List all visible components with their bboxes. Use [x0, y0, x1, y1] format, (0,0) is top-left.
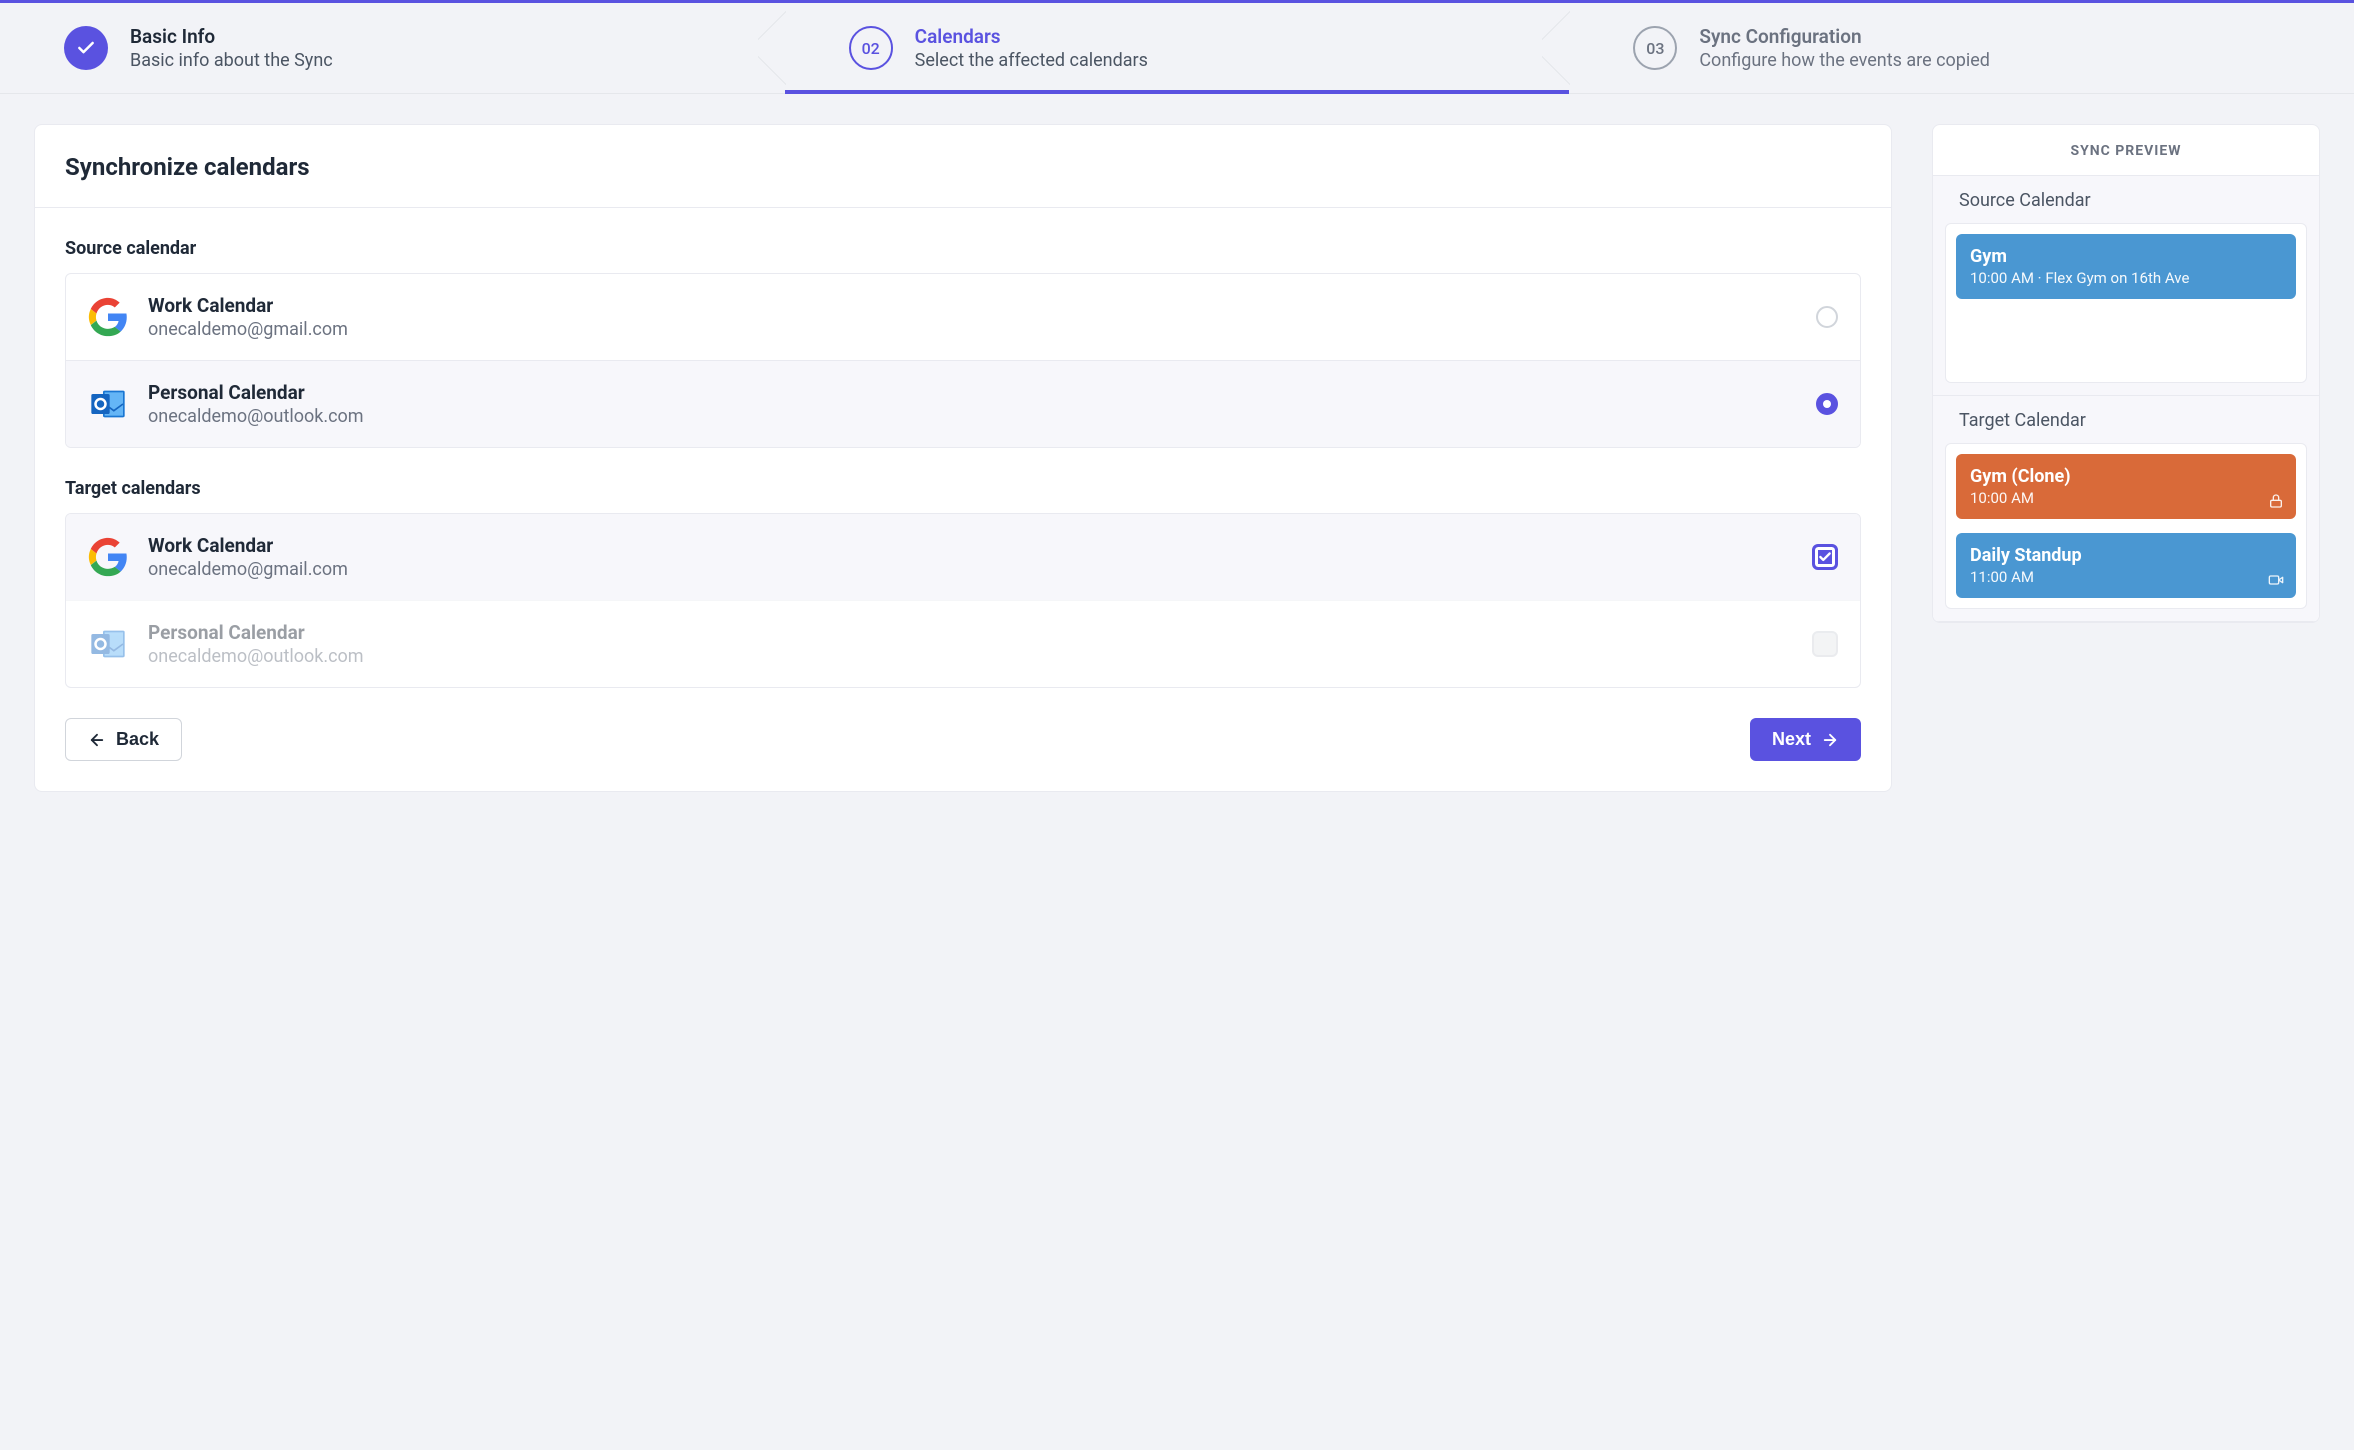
check-icon — [1818, 550, 1832, 564]
step-badge-todo: 03 — [1633, 26, 1677, 70]
step-basic-info[interactable]: Basic Info Basic info about the Sync — [0, 3, 785, 93]
calendar-name: Personal Calendar — [148, 381, 1796, 404]
calendar-name: Work Calendar — [148, 294, 1796, 317]
preview-source-section: Source Calendar Gym 10:00 AM · Flex Gym … — [1933, 176, 2319, 396]
check-icon — [76, 38, 96, 58]
event-subtitle: 11:00 AM — [1970, 568, 2282, 586]
next-button-label: Next — [1772, 729, 1811, 750]
step-badge-active: 02 — [849, 26, 893, 70]
step-sync-config[interactable]: 03 Sync Configuration Configure how the … — [1569, 3, 2354, 93]
outlook-icon — [88, 624, 128, 664]
radio-checked[interactable] — [1816, 393, 1838, 415]
step-calendars[interactable]: 02 Calendars Select the affected calenda… — [785, 3, 1570, 93]
calendar-email: onecaldemo@outlook.com — [148, 406, 1796, 427]
step-subtitle: Configure how the events are copied — [1699, 50, 1990, 71]
preview-title: SYNC PREVIEW — [1933, 125, 2319, 176]
preview-source-label: Source Calendar — [1933, 176, 2319, 223]
target-calendar-outlook: Personal Calendar onecaldemo@outlook.com — [66, 600, 1860, 687]
event-card: Daily Standup 11:00 AM — [1956, 533, 2296, 598]
event-card: Gym (Clone) 10:00 AM — [1956, 454, 2296, 519]
source-calendar-google[interactable]: Work Calendar onecaldemo@gmail.com — [66, 274, 1860, 360]
main-panel: Synchronize calendars Source calendar Wo… — [34, 124, 1892, 792]
preview-target-section: Target Calendar Gym (Clone) 10:00 AM Dai… — [1933, 396, 2319, 622]
back-button[interactable]: Back — [65, 718, 182, 761]
step-title: Basic Info — [130, 25, 333, 48]
source-calendar-list: Work Calendar onecaldemo@gmail.com Perso… — [65, 273, 1861, 448]
radio-unchecked[interactable] — [1816, 306, 1838, 328]
target-calendar-list: Work Calendar onecaldemo@gmail.com Perso… — [65, 513, 1861, 688]
calendar-name: Work Calendar — [148, 534, 1792, 557]
event-card: Gym 10:00 AM · Flex Gym on 16th Ave — [1956, 234, 2296, 299]
wizard-stepper: Basic Info Basic info about the Sync 02 … — [0, 3, 2354, 94]
event-subtitle: 10:00 AM · Flex Gym on 16th Ave — [1970, 269, 2282, 287]
event-subtitle: 10:00 AM — [1970, 489, 2282, 507]
arrow-right-icon — [1821, 731, 1839, 749]
step-badge-done — [64, 26, 108, 70]
next-button[interactable]: Next — [1750, 718, 1861, 761]
calendar-email: onecaldemo@gmail.com — [148, 559, 1792, 580]
preview-panel: SYNC PREVIEW Source Calendar Gym 10:00 A… — [1932, 124, 2320, 623]
calendar-name: Personal Calendar — [148, 621, 1792, 644]
event-title: Daily Standup — [1970, 545, 2282, 566]
preview-target-label: Target Calendar — [1933, 396, 2319, 443]
step-title: Calendars — [915, 25, 1148, 48]
video-icon — [2268, 572, 2284, 588]
calendar-email: onecaldemo@outlook.com — [148, 646, 1792, 667]
event-title: Gym — [1970, 246, 2282, 267]
lock-icon — [2268, 493, 2284, 509]
target-calendar-google[interactable]: Work Calendar onecaldemo@gmail.com — [66, 514, 1860, 600]
step-subtitle: Select the affected calendars — [915, 50, 1148, 71]
source-calendar-outlook[interactable]: Personal Calendar onecaldemo@outlook.com — [66, 360, 1860, 447]
arrow-left-icon — [88, 731, 106, 749]
checkbox-disabled — [1812, 631, 1838, 657]
step-subtitle: Basic info about the Sync — [130, 50, 333, 71]
checkbox-checked[interactable] — [1812, 544, 1838, 570]
google-icon — [88, 537, 128, 577]
calendar-email: onecaldemo@gmail.com — [148, 319, 1796, 340]
outlook-icon — [88, 384, 128, 424]
event-title: Gym (Clone) — [1970, 466, 2282, 487]
source-section-label: Source calendar — [65, 238, 1861, 259]
panel-title: Synchronize calendars — [35, 125, 1891, 208]
back-button-label: Back — [116, 729, 159, 750]
google-icon — [88, 297, 128, 337]
step-title: Sync Configuration — [1699, 25, 1990, 48]
target-section-label: Target calendars — [65, 478, 1861, 499]
